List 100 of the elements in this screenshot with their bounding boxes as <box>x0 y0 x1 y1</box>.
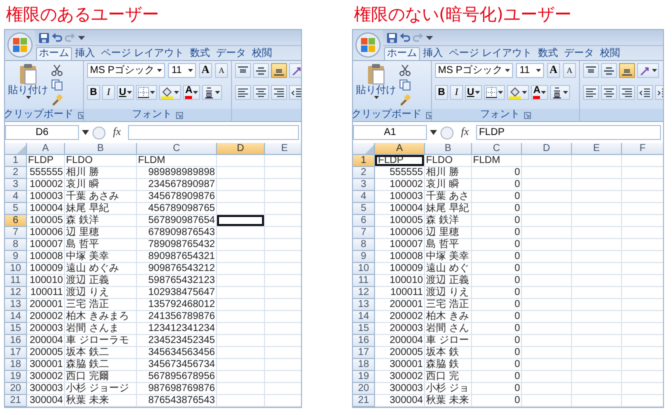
ribbon-tab[interactable]: 挿入 <box>72 47 98 60</box>
row-header[interactable]: 14 <box>5 311 27 323</box>
row-header[interactable]: 1 <box>5 155 27 167</box>
row-header[interactable]: 10 <box>353 263 375 275</box>
phonetic-button[interactable] <box>202 85 222 100</box>
row-header[interactable]: 19 <box>353 371 375 383</box>
customize-dropdown-icon[interactable] <box>78 34 85 41</box>
borders-button[interactable] <box>136 85 158 100</box>
align-left-button[interactable] <box>235 85 251 100</box>
row-header[interactable]: 7 <box>5 227 27 239</box>
paste-button[interactable]: 貼り付け <box>356 63 396 107</box>
bold-button[interactable]: B <box>435 85 448 100</box>
bottom-align-button[interactable] <box>271 63 287 78</box>
italic-button[interactable]: I <box>102 85 115 100</box>
row-header[interactable]: 16 <box>5 335 27 347</box>
row-header[interactable]: 12 <box>5 287 27 299</box>
row-header[interactable]: 2 <box>5 167 27 179</box>
align-center-button[interactable] <box>253 85 269 100</box>
decrease-indent-button[interactable] <box>637 85 653 100</box>
row-header[interactable]: 17 <box>5 347 27 359</box>
row-header[interactable]: 16 <box>353 335 375 347</box>
paste-button[interactable]: 貼り付け <box>8 63 48 107</box>
row-header[interactable]: 14 <box>353 311 375 323</box>
font-name-field[interactable]: MS Pゴシック <box>435 63 514 78</box>
row-header[interactable]: 8 <box>5 239 27 251</box>
ribbon-tab[interactable]: 校閲 <box>248 47 275 60</box>
function-label[interactable]: fx <box>109 124 125 141</box>
office-button[interactable] <box>7 32 33 58</box>
cut-icon[interactable] <box>399 64 411 76</box>
shrink-font-button[interactable]: A <box>563 63 576 78</box>
row-header[interactable]: 13 <box>353 299 375 311</box>
ribbon-tab[interactable]: 数式 <box>186 47 213 60</box>
dialog-launcher-icon[interactable] <box>524 112 531 118</box>
row-header[interactable]: 10 <box>5 263 27 275</box>
grow-font-button[interactable]: A <box>547 63 560 78</box>
row-header[interactable]: 5 <box>5 203 27 215</box>
row-header[interactable]: 15 <box>5 323 27 335</box>
row-header[interactable]: 20 <box>353 383 375 395</box>
save-icon[interactable] <box>387 32 397 42</box>
row-header[interactable]: 7 <box>353 227 375 239</box>
row-header[interactable]: 4 <box>5 191 27 203</box>
row-header[interactable]: 11 <box>5 275 27 287</box>
grow-font-button[interactable]: A <box>199 63 212 78</box>
underline-button[interactable]: U <box>117 85 134 100</box>
function-label[interactable]: fx <box>457 124 473 141</box>
row-header[interactable]: 12 <box>353 287 375 299</box>
undo-icon[interactable] <box>400 32 410 42</box>
orientation-button[interactable] <box>637 63 659 78</box>
font-color-button[interactable]: A <box>531 85 548 100</box>
dialog-launcher-icon[interactable] <box>78 112 84 118</box>
row-header[interactable]: 17 <box>353 347 375 359</box>
ribbon-tab[interactable]: 挿入 <box>420 47 446 60</box>
font-size-field[interactable]: 11 <box>168 63 196 78</box>
middle-align-button[interactable] <box>253 63 269 78</box>
undo-icon[interactable] <box>52 32 62 42</box>
row-header[interactable]: 11 <box>353 275 375 287</box>
row-header[interactable]: 3 <box>5 179 27 191</box>
ribbon-tab[interactable]: 校閲 <box>596 47 623 60</box>
bottom-align-button[interactable] <box>619 63 635 78</box>
italic-button[interactable]: I <box>450 85 463 100</box>
borders-button[interactable] <box>484 85 506 100</box>
column-header[interactable]: A <box>375 143 425 155</box>
row-header[interactable]: 21 <box>5 395 27 407</box>
row-header[interactable]: 18 <box>353 359 375 371</box>
column-header[interactable]: B <box>65 143 137 155</box>
name-box[interactable]: A1 <box>353 125 427 140</box>
ribbon-tab[interactable]: ページ レイアウト <box>98 47 187 60</box>
column-header[interactable]: D <box>522 143 572 155</box>
row-header[interactable]: 18 <box>5 359 27 371</box>
align-center-button[interactable] <box>601 85 617 100</box>
row-header[interactable]: 6 <box>353 215 375 227</box>
phonetic-button[interactable] <box>550 85 570 100</box>
ribbon-tab[interactable]: ページ レイアウト <box>446 47 535 60</box>
office-button[interactable] <box>355 32 381 58</box>
ribbon-tab[interactable]: 数式 <box>534 47 561 60</box>
cut-icon[interactable] <box>51 64 63 76</box>
ribbon-tab[interactable]: ホーム <box>36 47 72 60</box>
row-header[interactable]: 21 <box>353 395 375 407</box>
top-align-button[interactable] <box>583 63 599 78</box>
middle-align-button[interactable] <box>601 63 617 78</box>
row-header[interactable]: 4 <box>353 191 375 203</box>
dropdown-arrow-icon[interactable] <box>430 130 437 135</box>
column-header[interactable]: E <box>572 143 622 155</box>
row-header[interactable]: 8 <box>353 239 375 251</box>
dialog-launcher-icon[interactable] <box>176 112 183 118</box>
dropdown-arrow-icon[interactable] <box>82 130 89 135</box>
row-header[interactable]: 6 <box>5 215 27 227</box>
row-header[interactable]: 1 <box>353 155 375 167</box>
formula-field[interactable]: FLDP <box>476 125 661 140</box>
font-name-field[interactable]: MS Pゴシック <box>87 63 166 78</box>
brush-icon[interactable] <box>399 94 411 106</box>
top-align-button[interactable] <box>235 63 251 78</box>
column-header[interactable]: F <box>622 143 663 155</box>
shrink-font-button[interactable]: A <box>215 63 228 78</box>
row-header[interactable]: 2 <box>353 167 375 179</box>
dialog-launcher-icon[interactable] <box>426 112 432 118</box>
brush-icon[interactable] <box>51 94 63 106</box>
align-left-button[interactable] <box>583 85 599 100</box>
copy-icon[interactable] <box>399 78 411 91</box>
align-right-button[interactable] <box>619 85 635 100</box>
